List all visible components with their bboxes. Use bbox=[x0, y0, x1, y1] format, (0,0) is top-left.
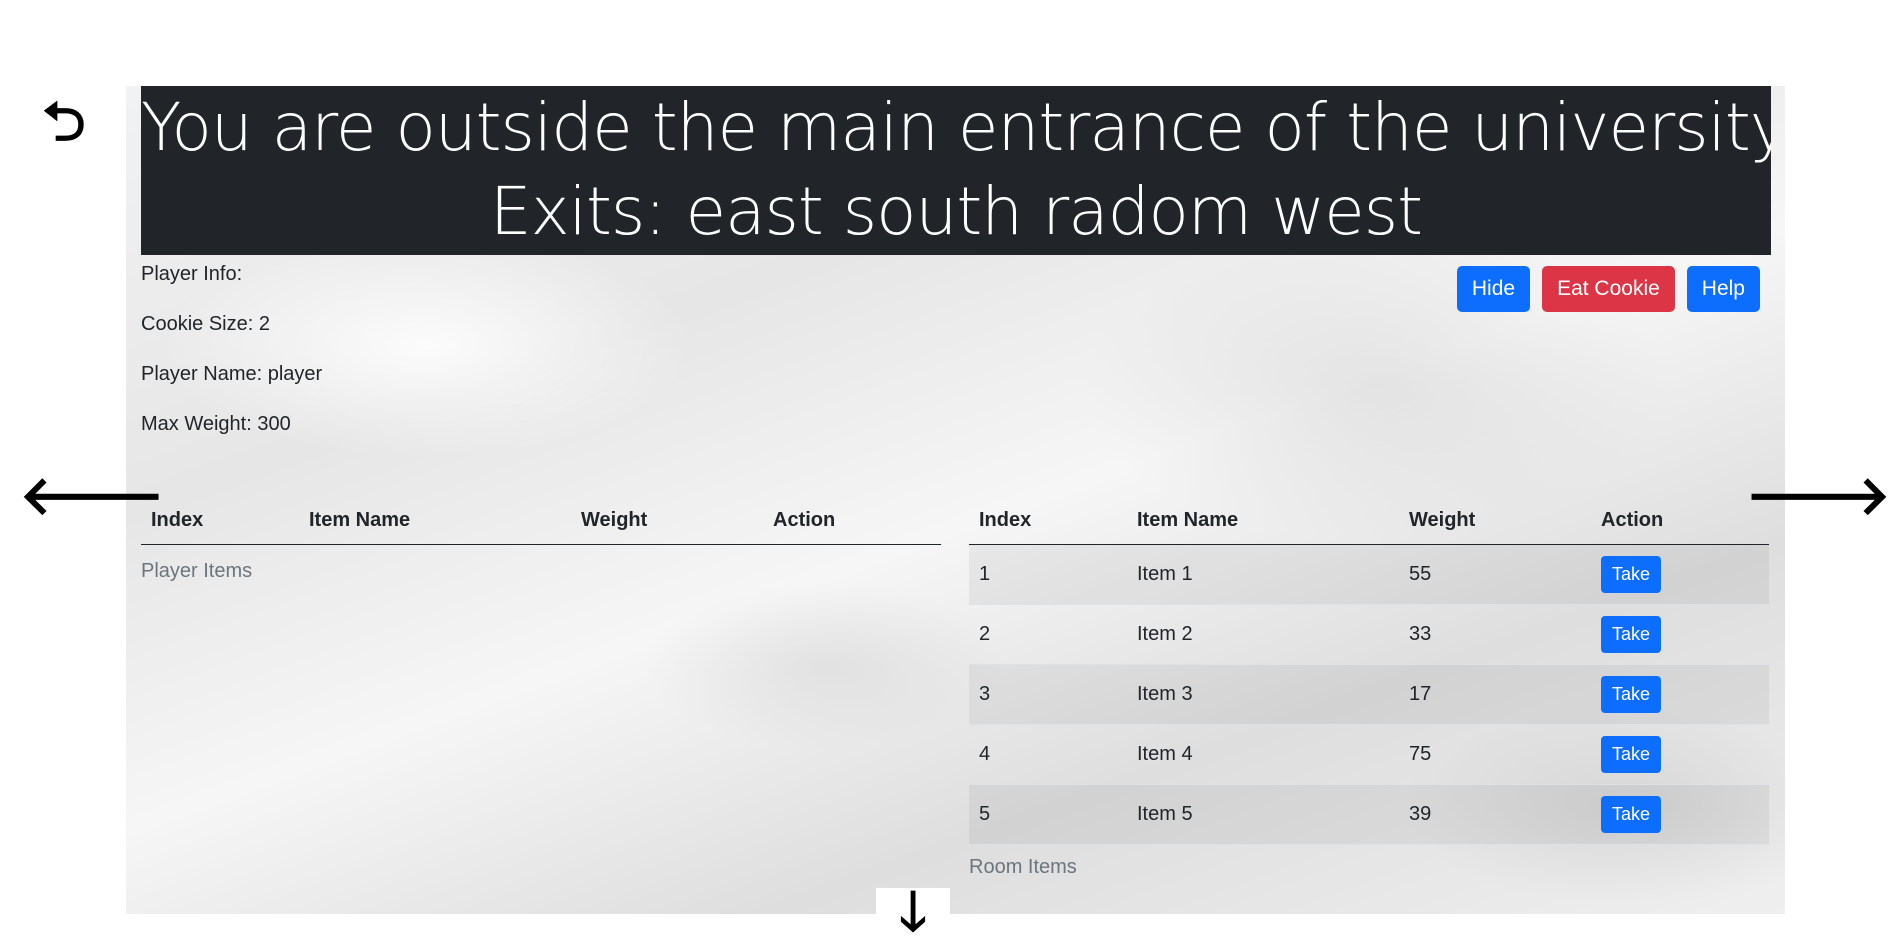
item-weight: 55 bbox=[1399, 544, 1591, 605]
item-weight: 75 bbox=[1399, 724, 1591, 785]
go-east-arrow-icon[interactable]: 🡒 bbox=[1746, 469, 1891, 523]
item-action-cell: Take bbox=[1591, 724, 1769, 785]
item-name: Item 1 bbox=[1127, 544, 1399, 605]
item-index: 4 bbox=[969, 724, 1127, 785]
table-header-row: Index Item Name Weight Action bbox=[969, 496, 1769, 545]
item-index: 1 bbox=[969, 544, 1127, 605]
take-button[interactable]: Take bbox=[1601, 676, 1662, 713]
item-index: 2 bbox=[969, 604, 1127, 665]
help-button[interactable]: Help bbox=[1686, 266, 1760, 312]
cookie-size: Cookie Size: 2 bbox=[141, 313, 270, 335]
item-weight: 39 bbox=[1399, 784, 1591, 845]
item-index: 5 bbox=[969, 784, 1127, 845]
player-info: Player Info: Cookie Size: 2 Player Name:… bbox=[141, 262, 322, 462]
column-header-item-name: Item Name bbox=[1127, 496, 1399, 545]
room-items-caption: Room Items bbox=[969, 856, 1077, 878]
column-header-index: Index bbox=[969, 496, 1127, 545]
column-header-weight: Weight bbox=[1399, 496, 1591, 545]
item-action-cell: Take bbox=[1591, 604, 1769, 665]
item-name: Item 2 bbox=[1127, 604, 1399, 665]
player-items-caption: Player Items bbox=[141, 560, 253, 582]
column-header-index: Index bbox=[141, 496, 299, 545]
table-row: 4 Item 4 75 Take bbox=[969, 724, 1769, 785]
player-info-heading: Player Info: bbox=[141, 263, 243, 285]
item-name: Item 5 bbox=[1127, 784, 1399, 845]
go-west-arrow-icon[interactable]: 🡐 bbox=[20, 469, 165, 523]
take-button[interactable]: Take bbox=[1601, 736, 1662, 773]
table-row: 3 Item 3 17 Take bbox=[969, 664, 1769, 725]
player-name: Player Name: player bbox=[141, 363, 323, 385]
back-arrow-icon[interactable]: ⮌ bbox=[26, 92, 102, 152]
column-header-item-name: Item Name bbox=[299, 496, 571, 545]
item-action-cell: Take bbox=[1591, 784, 1769, 845]
column-header-action: Action bbox=[1591, 496, 1769, 545]
item-action-cell: Take bbox=[1591, 664, 1769, 725]
action-buttons: Hide Eat Cookie Help bbox=[1456, 266, 1760, 312]
table-row: 2 Item 2 33 Take bbox=[969, 604, 1769, 665]
room-description: You are outside the main entrance of the… bbox=[141, 89, 1771, 166]
item-name: Item 3 bbox=[1127, 664, 1399, 725]
take-button[interactable]: Take bbox=[1601, 556, 1662, 593]
item-index: 3 bbox=[969, 664, 1127, 725]
column-header-action: Action bbox=[763, 496, 941, 545]
table-row: 5 Item 5 39 Take bbox=[969, 784, 1769, 845]
room-description-banner: You are outside the main entrance of the… bbox=[141, 86, 1771, 255]
eat-cookie-button[interactable]: Eat Cookie bbox=[1542, 266, 1675, 312]
item-weight: 33 bbox=[1399, 604, 1591, 665]
go-south-arrow-icon[interactable]: 🡓 bbox=[876, 885, 950, 939]
item-action-cell: Take bbox=[1591, 544, 1769, 605]
player-items-table: Index Item Name Weight Action bbox=[141, 496, 941, 545]
table-row: 1 Item 1 55 Take bbox=[969, 544, 1769, 605]
max-weight: Max Weight: 300 bbox=[141, 413, 291, 435]
take-button[interactable]: Take bbox=[1601, 796, 1662, 833]
take-button[interactable]: Take bbox=[1601, 616, 1662, 653]
column-header-weight: Weight bbox=[571, 496, 763, 545]
item-weight: 17 bbox=[1399, 664, 1591, 725]
item-name: Item 4 bbox=[1127, 724, 1399, 785]
hide-button[interactable]: Hide bbox=[1456, 266, 1531, 312]
table-header-row: Index Item Name Weight Action bbox=[141, 496, 941, 545]
room-exits: Exits: east south radom west bbox=[489, 173, 1423, 250]
room-items-table: Index Item Name Weight Action 1 Item 1 5… bbox=[969, 496, 1769, 845]
